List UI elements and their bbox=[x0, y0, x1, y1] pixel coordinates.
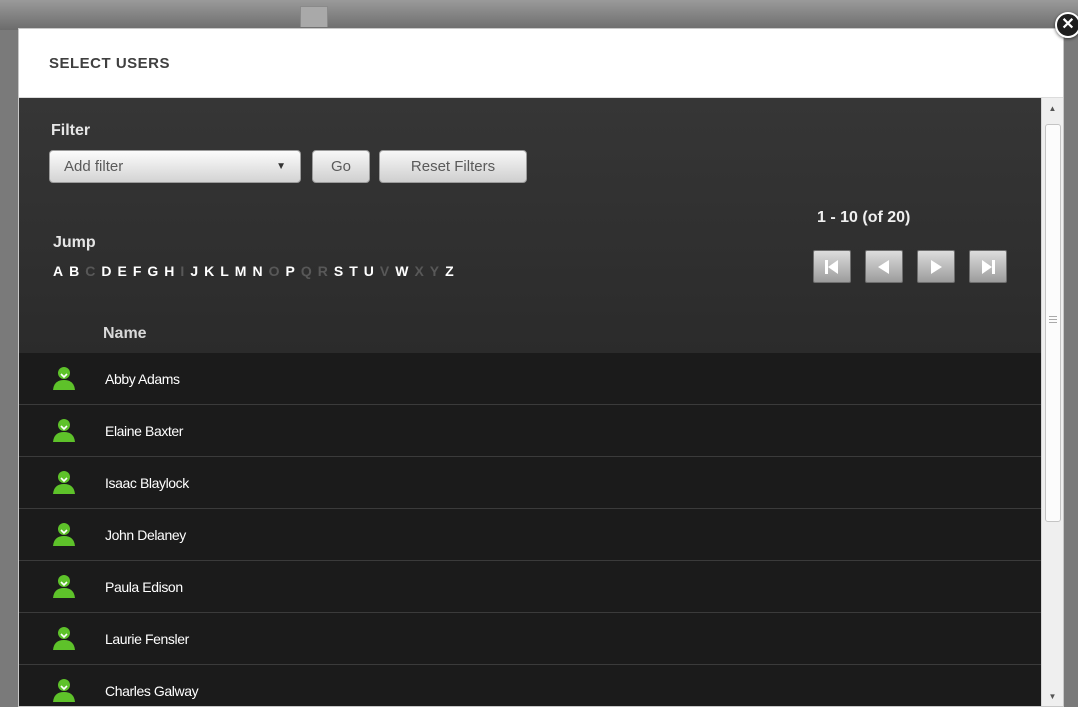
jump-letter-l[interactable]: L bbox=[220, 263, 231, 279]
user-table: Abby Adams Elaine Baxter Isaac Blaylock Joh… bbox=[19, 353, 1041, 706]
last-page-button[interactable] bbox=[969, 250, 1007, 283]
first-page-button[interactable] bbox=[813, 250, 851, 283]
next-page-button[interactable] bbox=[917, 250, 955, 283]
jump-letter-c: C bbox=[85, 263, 98, 279]
jump-letter-m[interactable]: M bbox=[235, 263, 249, 279]
user-name: Paula Edison bbox=[105, 578, 183, 595]
jump-letter-d[interactable]: D bbox=[101, 263, 113, 279]
table-row[interactable]: Abby Adams bbox=[19, 353, 1041, 405]
jump-letter-x: X bbox=[414, 263, 426, 279]
jump-letter-n[interactable]: N bbox=[252, 263, 264, 279]
jump-letter-s[interactable]: S bbox=[334, 263, 345, 279]
user-icon bbox=[53, 523, 75, 546]
user-icon bbox=[53, 367, 75, 390]
jump-letter-z[interactable]: Z bbox=[445, 263, 456, 279]
close-button[interactable]: ✕ bbox=[1055, 12, 1078, 38]
dialog-title: SELECT USERS bbox=[49, 54, 171, 72]
filter-select-value: Add filter bbox=[64, 158, 124, 175]
scroll-up-icon[interactable]: ▲ bbox=[1042, 100, 1063, 118]
table-row[interactable]: Elaine Baxter bbox=[19, 405, 1041, 457]
dialog-header: SELECT USERS bbox=[19, 29, 1063, 98]
table-row[interactable]: John Delaney bbox=[19, 509, 1041, 561]
user-icon bbox=[53, 575, 75, 598]
user-name: Abby Adams bbox=[105, 370, 180, 387]
user-name: Isaac Blaylock bbox=[105, 474, 189, 491]
name-column-header[interactable]: Name bbox=[103, 325, 147, 343]
select-users-dialog: SELECT USERS Filter Add filter ▼ Go Rese… bbox=[18, 28, 1064, 707]
chevron-down-icon: ▼ bbox=[276, 161, 286, 172]
grip-icon bbox=[1049, 316, 1057, 323]
previous-page-icon bbox=[878, 259, 889, 274]
jump-letter-g[interactable]: G bbox=[147, 263, 160, 279]
user-icon bbox=[53, 419, 75, 442]
next-page-icon bbox=[931, 259, 942, 274]
jump-letter-j[interactable]: J bbox=[190, 263, 200, 279]
scroll-down-icon[interactable]: ▼ bbox=[1042, 688, 1063, 706]
jump-letter-i: I bbox=[180, 263, 187, 279]
user-icon bbox=[53, 627, 75, 650]
background-tab bbox=[300, 6, 328, 27]
last-page-icon bbox=[982, 259, 995, 274]
user-name: Laurie Fensler bbox=[105, 630, 189, 647]
pagination-controls bbox=[813, 250, 1007, 283]
table-row[interactable]: Paula Edison bbox=[19, 561, 1041, 613]
user-icon bbox=[53, 471, 75, 494]
scroll-thumb[interactable] bbox=[1045, 124, 1061, 522]
table-row[interactable]: Isaac Blaylock bbox=[19, 457, 1041, 509]
jump-letter-p[interactable]: P bbox=[285, 263, 296, 279]
jump-letter-k[interactable]: K bbox=[204, 263, 216, 279]
jump-letter-o: O bbox=[268, 263, 282, 279]
filter-label: Filter bbox=[51, 122, 91, 139]
jump-letter-t[interactable]: T bbox=[349, 263, 360, 279]
reset-filters-button[interactable]: Reset Filters bbox=[379, 150, 527, 183]
vertical-scrollbar[interactable]: ▲ ▼ bbox=[1041, 98, 1063, 706]
close-icon: ✕ bbox=[1061, 16, 1075, 33]
jump-letter-w[interactable]: W bbox=[395, 263, 410, 279]
jump-letter-a[interactable]: A bbox=[53, 263, 65, 279]
background-window-bar bbox=[0, 0, 1078, 30]
user-name: John Delaney bbox=[105, 526, 186, 543]
go-button[interactable]: Go bbox=[312, 150, 370, 183]
user-name: Charles Galway bbox=[105, 682, 199, 699]
dialog-body: Filter Add filter ▼ Go Reset Filters Jum… bbox=[19, 98, 1041, 706]
jump-letter-e[interactable]: E bbox=[118, 263, 129, 279]
jump-letter-f[interactable]: F bbox=[133, 263, 144, 279]
user-name: Elaine Baxter bbox=[105, 422, 184, 439]
jump-letter-r: R bbox=[317, 263, 330, 279]
pagination-range: 1 - 10 (of 20) bbox=[817, 209, 911, 226]
jump-letter-y: Y bbox=[429, 263, 442, 279]
jump-letter-u[interactable]: U bbox=[364, 263, 376, 279]
jump-letter-h[interactable]: H bbox=[164, 263, 176, 279]
jump-label: Jump bbox=[53, 234, 96, 251]
jump-letter-v: V bbox=[379, 263, 392, 279]
table-row[interactable]: Charles Galway bbox=[19, 665, 1041, 706]
jump-letter-b[interactable]: B bbox=[69, 263, 81, 279]
user-icon bbox=[53, 679, 75, 702]
previous-page-button[interactable] bbox=[865, 250, 903, 283]
first-page-icon bbox=[825, 259, 838, 274]
table-row[interactable]: Laurie Fensler bbox=[19, 613, 1041, 665]
jump-letter-q: Q bbox=[300, 263, 314, 279]
add-filter-select[interactable]: Add filter ▼ bbox=[49, 150, 301, 183]
jump-letter-bar: ABCDEFGHIJKLMNOPQRSTUVWXYZ bbox=[53, 263, 460, 279]
